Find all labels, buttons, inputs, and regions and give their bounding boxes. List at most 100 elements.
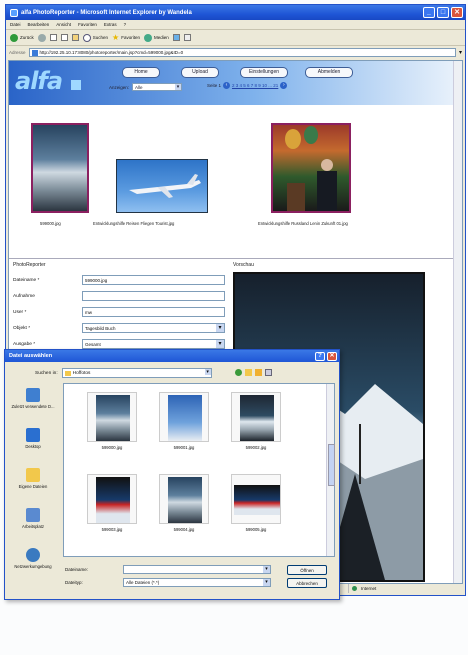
field-label: Aufnahme	[13, 293, 35, 299]
address-input[interactable]: http://192.25.10.17:8080/photoreporter/m…	[28, 47, 456, 57]
file-name: 599002.jpg	[245, 445, 267, 450]
form-row-capture: Aufnahme	[13, 291, 225, 301]
page-scrollbar[interactable]	[453, 61, 462, 583]
filter-control: Anzeigen: Alle	[109, 83, 183, 91]
menu-edit[interactable]: Bearbeiten	[28, 22, 50, 27]
file-item[interactable]: 599003.jpg	[82, 474, 142, 538]
close-button[interactable]: ✕	[451, 7, 463, 18]
file-item[interactable]: 599004.jpg	[154, 474, 214, 538]
pagination: Seite 1 ‹ 2 3 4 5 6 7 8 9 10 ... 21 ›	[207, 82, 288, 89]
address-dropdown-icon[interactable]: ▾	[459, 49, 462, 56]
stop-icon[interactable]	[49, 34, 57, 41]
place-label: Desktop	[25, 444, 41, 449]
file-name: 599003.jpg	[101, 527, 123, 532]
nav-logout-button[interactable]: Abmelden	[305, 67, 353, 78]
media-button[interactable]: Medien	[143, 33, 169, 42]
file-list-scrollbar[interactable]	[326, 384, 335, 556]
search-icon	[82, 33, 91, 42]
file-item[interactable]: 599000.jpg	[82, 392, 142, 456]
nav-settings-button[interactable]: Einstellungen	[240, 67, 288, 78]
page-links[interactable]: 2 3 4 5 6 7 8 9 10 ... 21	[232, 83, 278, 88]
page-label: Seite 1	[207, 83, 222, 88]
place-desktop[interactable]: Desktop	[7, 424, 59, 464]
documents-folder-icon	[26, 468, 40, 482]
thumbnail-599000[interactable]	[31, 123, 89, 213]
form-row-filename: Dateiname * 599000.jpg	[13, 275, 225, 285]
minimize-button[interactable]: _	[423, 7, 435, 18]
up-folder-icon[interactable]	[245, 369, 252, 376]
back-button[interactable]: Zurück	[10, 33, 34, 42]
search-button[interactable]: Suchen	[82, 33, 108, 42]
thumbnail-church[interactable]	[271, 123, 351, 213]
media-icon	[143, 33, 152, 42]
place-label: Eigene Dateien	[18, 484, 48, 489]
menu-file[interactable]: Datei	[10, 22, 21, 27]
place-network[interactable]: Netzwerkumgebung	[7, 544, 59, 584]
dialog-help-button[interactable]: ?	[315, 351, 325, 361]
file-list: 599000.jpg 599001.jpg 599002.jpg 599003.…	[63, 383, 335, 557]
new-folder-icon[interactable]	[255, 369, 262, 376]
dialog-close-button[interactable]: ✕	[327, 351, 337, 361]
file-item[interactable]: 599002.jpg	[226, 392, 286, 456]
browser-toolbar: Zurück Suchen ★ Favoriten Medien	[6, 30, 465, 46]
next-page-icon[interactable]: ›	[280, 82, 288, 89]
logo-square	[71, 80, 81, 90]
place-my-computer[interactable]: Arbeitsplatz	[7, 504, 59, 544]
field-label: User *	[13, 309, 27, 315]
menu-tools[interactable]: Extras	[104, 22, 117, 27]
cancel-button[interactable]: Abbrechen	[287, 577, 327, 588]
capture-field[interactable]	[82, 291, 225, 301]
object-select[interactable]: Tagesbild Buch	[82, 323, 225, 333]
alfa-logo: alfa	[15, 67, 63, 95]
home-icon[interactable]	[71, 34, 79, 41]
back-arrow-icon[interactable]	[235, 369, 242, 376]
file-thumbnail	[159, 474, 209, 524]
nav-home-button[interactable]: Home	[122, 67, 160, 78]
address-bar: Adresse http://192.25.10.17:8080/photore…	[6, 46, 465, 58]
file-thumbnail	[87, 474, 137, 524]
edition-select[interactable]: Gesamt	[82, 339, 225, 349]
thumbnail-caption: 599000.jpg	[40, 221, 61, 226]
file-name: 599005.jpg	[245, 527, 267, 532]
star-icon: ★	[112, 33, 120, 42]
nav-upload-button[interactable]: Upload	[181, 67, 219, 78]
dialog-title-bar: Datei auswählen ? ✕	[5, 350, 339, 362]
dialog-title: Datei auswählen	[9, 353, 53, 359]
menu-bar: Datei Bearbeiten Ansicht Favoriten Extra…	[6, 20, 465, 30]
file-name: 599001.jpg	[173, 445, 195, 450]
thumbnail-caption: Entwicklungshilfe Reisen Fliegen Tourist…	[93, 221, 175, 226]
menu-view[interactable]: Ansicht	[56, 22, 71, 27]
form-row-user: User * mw	[13, 307, 225, 317]
place-label: Zuletzt verwendete D...	[11, 404, 55, 409]
filename-label: Dateiname:	[65, 567, 89, 572]
filetype-select[interactable]: Alle Dateien (*.*)	[123, 578, 271, 587]
status-zone: Internet	[348, 583, 463, 593]
menu-favorites[interactable]: Favoriten	[78, 22, 97, 27]
look-in-select[interactable]: Hoffotos	[61, 368, 212, 378]
refresh-icon[interactable]	[60, 34, 68, 41]
file-item[interactable]: 599005.jpg	[226, 474, 286, 538]
mail-icon[interactable]	[183, 34, 191, 41]
filter-select[interactable]: Alle	[132, 83, 183, 91]
file-thumbnail	[159, 392, 209, 442]
form-row-edition: Ausgabe * Gesamt	[13, 339, 225, 349]
place-recent[interactable]: Zuletzt verwendete D...	[7, 384, 59, 424]
field-label: Ausgabe *	[13, 341, 36, 347]
maximize-button[interactable]: □	[437, 7, 449, 18]
prev-page-icon[interactable]: ‹	[223, 82, 231, 89]
view-menu-icon[interactable]	[265, 369, 272, 376]
open-button[interactable]: Öffnen	[287, 564, 327, 575]
history-icon[interactable]	[172, 34, 180, 41]
address-label: Adresse	[9, 49, 26, 55]
menu-help[interactable]: ?	[124, 22, 127, 27]
ie-icon	[10, 8, 18, 17]
user-field[interactable]: mw	[82, 307, 225, 317]
favorites-button[interactable]: ★ Favoriten	[112, 33, 140, 42]
file-thumbnail	[87, 392, 137, 442]
thumbnail-plane[interactable]	[116, 159, 208, 213]
filename-input[interactable]	[123, 565, 271, 574]
file-item[interactable]: 599001.jpg	[154, 392, 214, 456]
filename-field[interactable]: 599000.jpg	[82, 275, 225, 285]
forward-arrow-icon[interactable]	[37, 33, 46, 42]
place-my-documents[interactable]: Eigene Dateien	[7, 464, 59, 504]
